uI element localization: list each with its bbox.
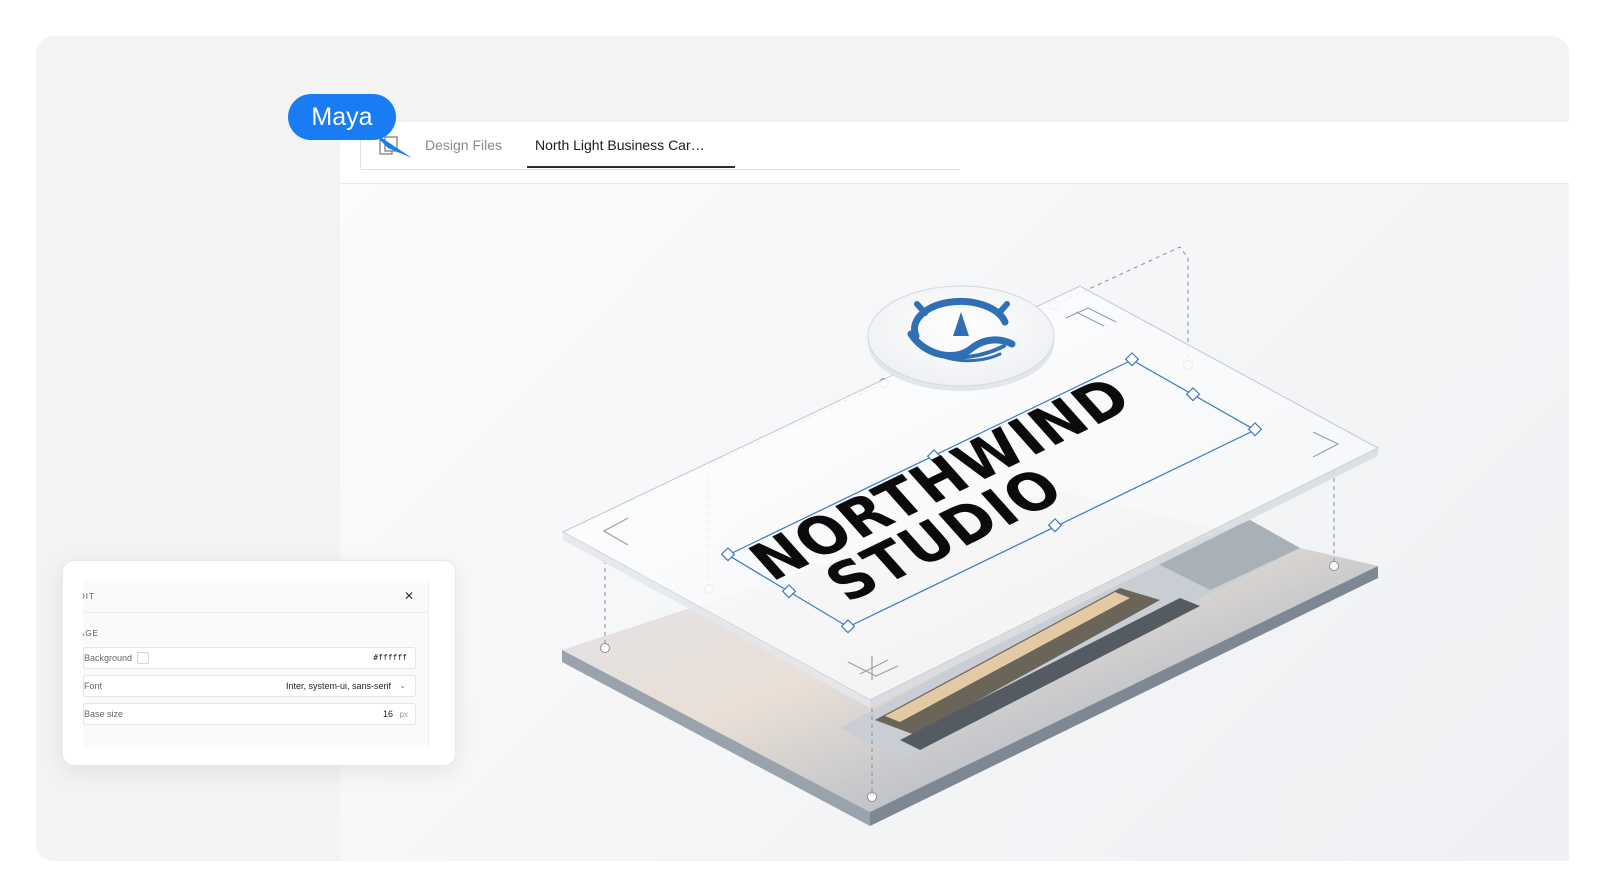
- tab-strip: Design Files North Light Business Car…: [360, 122, 960, 170]
- background-value[interactable]: #ffffff: [373, 653, 407, 662]
- unit-label: px: [399, 710, 408, 719]
- tab-business-card[interactable]: North Light Business Car…: [527, 134, 735, 168]
- logo-layer[interactable]: [867, 285, 1055, 391]
- panel-title: DIT: [83, 592, 95, 601]
- background-field[interactable]: Background #ffffff: [83, 647, 416, 669]
- properties-panel-header: DIT ✕: [83, 581, 428, 613]
- close-icon[interactable]: ✕: [404, 589, 414, 603]
- properties-panel-body: DIT ✕ AGE Background #ffffff Font Inter,…: [83, 581, 429, 747]
- section-heading: AGE: [83, 629, 99, 638]
- font-label: Font: [84, 681, 103, 691]
- tab-design-files[interactable]: Design Files: [425, 134, 502, 168]
- font-value[interactable]: Inter, system-ui, sans-serif: [286, 681, 391, 691]
- base-size-field[interactable]: Base size 16 px: [83, 703, 416, 725]
- base-size-label: Base size: [84, 709, 124, 719]
- chevron-down-icon[interactable]: ⌄: [399, 681, 406, 690]
- tab-bar: Design Files North Light Business Car…: [340, 122, 1569, 184]
- font-select[interactable]: Font Inter, system-ui, sans-serif ⌄: [83, 675, 416, 697]
- background-label: Background: [84, 653, 133, 663]
- base-size-value[interactable]: 16: [383, 709, 393, 719]
- properties-panel: DIT ✕ AGE Background #ffffff Font Inter,…: [62, 560, 456, 766]
- color-swatch[interactable]: [137, 652, 149, 664]
- cursor-pointer-icon: [370, 130, 412, 158]
